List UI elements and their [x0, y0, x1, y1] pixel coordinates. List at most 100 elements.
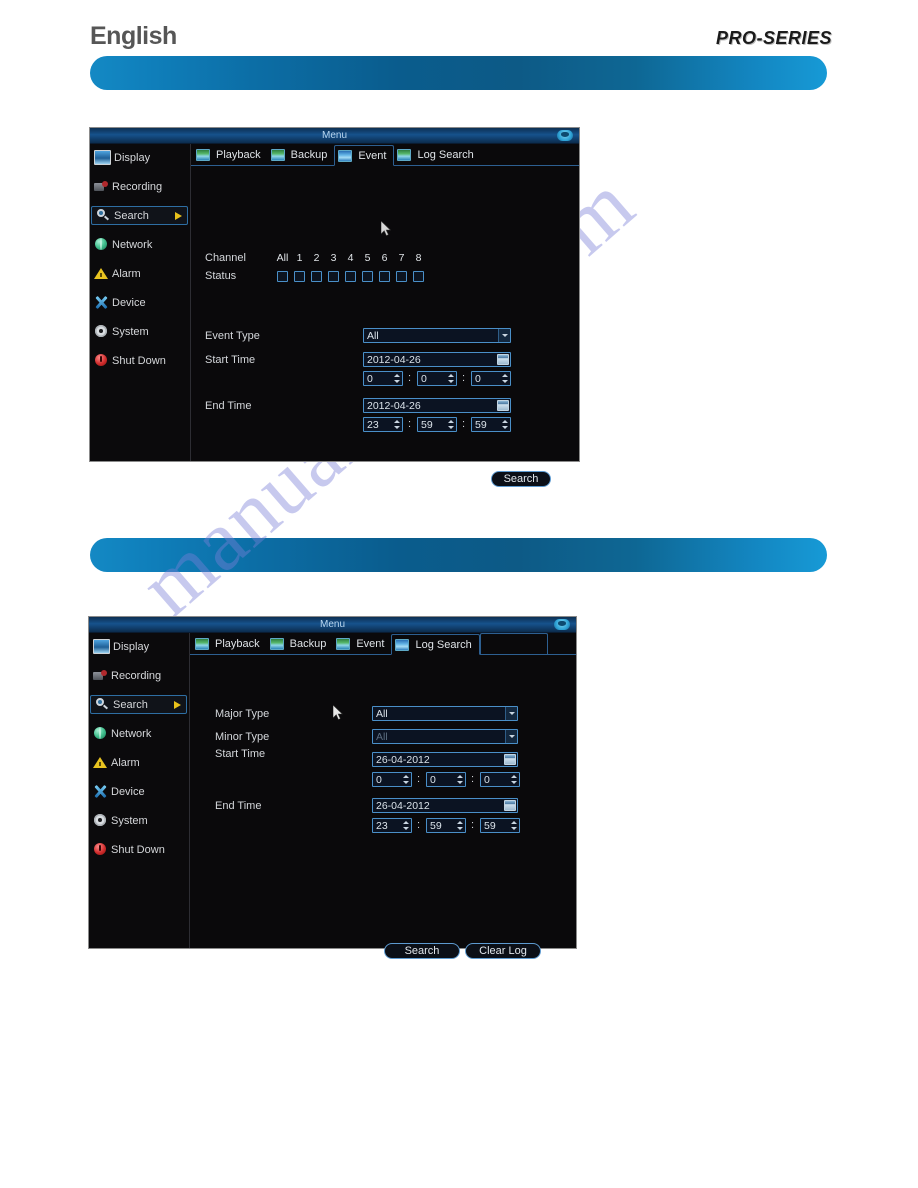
search-button[interactable]: Search — [491, 471, 551, 487]
power-icon — [93, 843, 108, 856]
channel-checkbox-4[interactable] — [345, 271, 356, 282]
sidebar-item-recording[interactable]: Recording — [90, 177, 190, 196]
tab-label: Backup — [289, 637, 327, 650]
sidebar-item-system[interactable]: System — [90, 322, 190, 341]
channel-checkbox-2[interactable] — [311, 271, 322, 282]
stepper-arrows-icon[interactable] — [455, 773, 465, 786]
sidebar-item-system[interactable]: System — [89, 811, 189, 830]
tab-playback[interactable]: Playback — [192, 633, 267, 654]
sidebar-item-label: System — [111, 814, 148, 827]
tab-label: Playback — [216, 148, 261, 161]
tab-log-search[interactable]: Log Search — [394, 144, 480, 165]
calendar-icon[interactable] — [504, 800, 516, 811]
end-minute-stepper[interactable]: 59 — [426, 818, 466, 833]
sidebar-item-display[interactable]: Display — [90, 148, 190, 167]
tab-event[interactable]: Event — [333, 633, 391, 654]
sidebar-item-search[interactable]: Search — [90, 695, 187, 714]
sidebar-item-device[interactable]: Device — [90, 293, 190, 312]
chevron-down-icon[interactable] — [498, 329, 510, 342]
sidebar-item-label: Network — [111, 727, 152, 740]
start-date-field[interactable]: 26-04-2012 — [372, 752, 518, 767]
chevron-right-icon — [175, 212, 182, 220]
stepper-arrows-icon[interactable] — [392, 418, 402, 431]
end-hour-stepper[interactable]: 23 — [372, 818, 412, 833]
sidebar-item-alarm[interactable]: Alarm — [90, 264, 190, 283]
end-second-stepper[interactable]: 59 — [471, 417, 511, 432]
minor-type-select[interactable]: All — [372, 729, 518, 744]
tools-icon — [94, 296, 109, 309]
start-second-stepper[interactable]: 0 — [471, 371, 511, 386]
stepper-arrows-icon[interactable] — [509, 819, 519, 832]
minor-type-label: Minor Type — [215, 731, 270, 743]
channel-checkbox-7[interactable] — [396, 271, 407, 282]
sidebar-item-display[interactable]: Display — [89, 637, 189, 656]
end-date-field[interactable]: 26-04-2012 — [372, 798, 518, 813]
playback-icon — [195, 637, 209, 650]
channel-checkbox-3[interactable] — [328, 271, 339, 282]
calendar-icon[interactable] — [497, 354, 509, 365]
clear-log-button[interactable]: Clear Log — [465, 943, 541, 959]
start-minute-stepper[interactable]: 0 — [426, 772, 466, 787]
stepper-arrows-icon[interactable] — [500, 418, 510, 431]
warning-triangle-icon — [94, 267, 109, 280]
sidebar-item-shutdown[interactable]: Shut Down — [90, 351, 190, 370]
section-banner-middle — [90, 538, 827, 572]
major-type-select[interactable]: All — [372, 706, 518, 721]
content-pane: Playback Backup Event Log Search — [190, 633, 576, 959]
stepper-arrows-icon[interactable] — [401, 773, 411, 786]
gear-icon — [94, 325, 109, 338]
end-minute-stepper[interactable]: 59 — [417, 417, 457, 432]
sidebar-item-recording[interactable]: Recording — [89, 666, 189, 685]
chevron-down-icon[interactable] — [505, 707, 517, 720]
power-icon — [94, 354, 109, 367]
channel-checkbox-8[interactable] — [413, 271, 424, 282]
tab-backup[interactable]: Backup — [268, 144, 335, 165]
sidebar-item-label: Device — [111, 785, 145, 798]
end-second-value: 59 — [484, 819, 496, 832]
sidebar-item-device[interactable]: Device — [89, 782, 189, 801]
start-second-stepper[interactable]: 0 — [480, 772, 520, 787]
tab-playback[interactable]: Playback — [193, 144, 268, 165]
channel-checkbox-1[interactable] — [294, 271, 305, 282]
stepper-arrows-icon[interactable] — [392, 372, 402, 385]
tab-label: Playback — [215, 637, 260, 650]
monitor-icon — [94, 150, 111, 165]
channel-num: 2 — [313, 252, 320, 264]
tabstrip: Playback Backup Event Log Search — [191, 144, 579, 166]
event-icon — [336, 637, 351, 650]
stepper-arrows-icon[interactable] — [446, 418, 456, 431]
stepper-arrows-icon[interactable] — [446, 372, 456, 385]
start-hour-value: 0 — [376, 773, 382, 786]
channel-num: 7 — [398, 252, 405, 264]
sidebar-item-label: Display — [114, 151, 151, 164]
start-date-field[interactable]: 2012-04-26 — [363, 352, 511, 367]
event-type-select[interactable]: All — [363, 328, 511, 343]
start-minute-stepper[interactable]: 0 — [417, 371, 457, 386]
channel-checkbox-6[interactable] — [379, 271, 390, 282]
stepper-arrows-icon[interactable] — [401, 819, 411, 832]
search-button[interactable]: Search — [384, 943, 460, 959]
tab-event[interactable]: Event — [334, 145, 395, 166]
stepper-arrows-icon[interactable] — [500, 372, 510, 385]
chevron-down-icon[interactable] — [505, 730, 517, 743]
end-date-field[interactable]: 2012-04-26 — [363, 398, 511, 413]
sidebar-item-network[interactable]: Network — [90, 235, 190, 254]
start-hour-stepper[interactable]: 0 — [363, 371, 403, 386]
stepper-arrows-icon[interactable] — [509, 773, 519, 786]
calendar-icon[interactable] — [497, 400, 509, 411]
sidebar-item-alarm[interactable]: Alarm — [89, 753, 189, 772]
channel-checkbox-5[interactable] — [362, 271, 373, 282]
start-hour-stepper[interactable]: 0 — [372, 772, 412, 787]
time-colon: : — [408, 372, 412, 384]
sidebar-item-search[interactable]: Search — [91, 206, 188, 225]
calendar-icon[interactable] — [504, 754, 516, 765]
tab-log-search[interactable]: Log Search — [391, 634, 480, 655]
sidebar-item-network[interactable]: Network — [89, 724, 189, 743]
end-second-stepper[interactable]: 59 — [480, 818, 520, 833]
sidebar-item-shutdown[interactable]: Shut Down — [89, 840, 189, 859]
playback-icon — [196, 148, 210, 161]
stepper-arrows-icon[interactable] — [455, 819, 465, 832]
tab-backup[interactable]: Backup — [267, 633, 334, 654]
channel-checkbox-all[interactable] — [277, 271, 288, 282]
end-hour-stepper[interactable]: 23 — [363, 417, 403, 432]
